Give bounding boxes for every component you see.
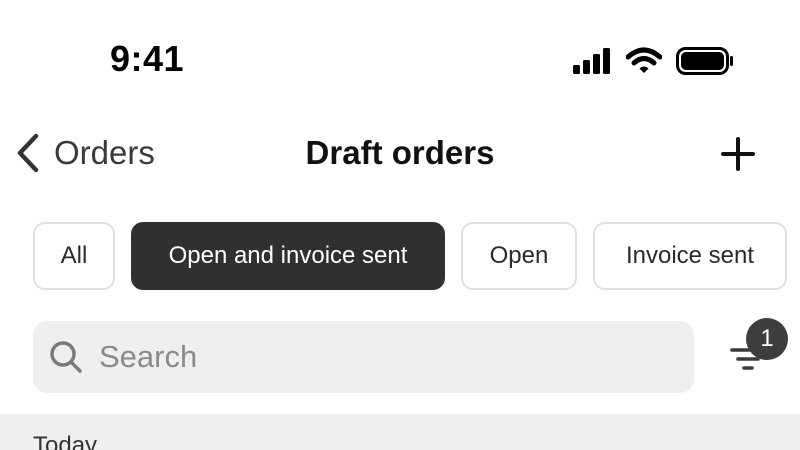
cellular-signal-icon [573, 48, 610, 74]
search-box[interactable] [33, 321, 694, 393]
status-bar: 9:41 [0, 0, 800, 120]
add-draft-order-button[interactable] [716, 132, 760, 176]
chip-open-and-invoice-sent[interactable]: Open and invoice sent [131, 222, 445, 290]
plus-icon [721, 137, 755, 171]
search-input[interactable] [97, 338, 661, 376]
chip-invoice-sent[interactable]: Invoice sent [593, 222, 787, 290]
navigation-bar: Orders Draft orders [0, 120, 800, 190]
section-header: Today [0, 414, 800, 450]
wifi-icon [626, 47, 662, 73]
battery-icon [676, 47, 733, 75]
chip-open[interactable]: Open [461, 222, 577, 290]
chip-all[interactable]: All [33, 222, 115, 290]
status-icons [572, 44, 734, 78]
section-label-today: Today [33, 432, 98, 450]
filter-count-badge: 1 [746, 318, 788, 360]
search-row: 1 [0, 318, 800, 396]
filter-chips: All Open and invoice sent Open Invoice s… [0, 222, 800, 294]
page-title: Draft orders [305, 134, 495, 171]
search-icon [50, 341, 82, 373]
status-time: 9:41 [110, 38, 185, 79]
